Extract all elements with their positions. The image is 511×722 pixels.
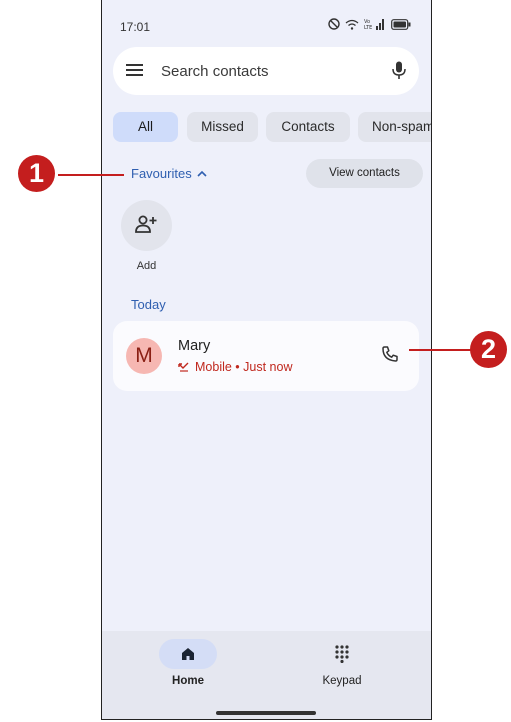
- nav-home[interactable]: Home: [148, 639, 228, 687]
- contact-name: Mary: [178, 338, 211, 354]
- phone-screen: 17:01 Vo LTE Search contacts All Missed C…: [101, 0, 432, 720]
- call-detail: Mobile • Just now: [178, 360, 292, 374]
- callout-2-line: [409, 349, 471, 351]
- wifi-icon: [345, 19, 359, 30]
- missed-call-icon: [178, 362, 189, 372]
- search-bar[interactable]: Search contacts: [113, 47, 419, 95]
- svg-text:LTE: LTE: [364, 25, 372, 30]
- chip-non-spam[interactable]: Non-spam: [358, 112, 431, 142]
- nav-keypad[interactable]: Keypad: [302, 639, 382, 687]
- battery-icon: [391, 18, 411, 30]
- bottom-navigation: Home Keypad: [102, 631, 431, 719]
- nfc-icon: [328, 18, 340, 30]
- call-button[interactable]: [381, 345, 399, 363]
- section-header-today: Today: [131, 297, 166, 312]
- mic-icon[interactable]: [392, 61, 406, 80]
- search-input[interactable]: Search contacts: [161, 63, 269, 80]
- volte-signal-icon: VoLTE: [364, 19, 384, 30]
- status-bar: 17:01 Vo LTE: [102, 0, 431, 44]
- call-detail-text: Mobile • Just now: [195, 360, 293, 374]
- view-contacts-button[interactable]: View contacts: [306, 159, 423, 188]
- chip-all[interactable]: All: [113, 112, 178, 142]
- chip-contacts[interactable]: Contacts: [266, 112, 350, 142]
- nav-keypad-pill: [313, 639, 371, 669]
- callout-2-badge: 2: [470, 331, 507, 368]
- filter-chips: All Missed Contacts Non-spam: [113, 112, 431, 142]
- chevron-up-icon: [197, 170, 207, 177]
- menu-icon[interactable]: [126, 63, 144, 77]
- status-time: 17:01: [120, 20, 151, 34]
- callout-1-badge: 1: [18, 155, 55, 192]
- callout-1-line: [58, 174, 124, 176]
- nav-keypad-label: Keypad: [322, 675, 362, 687]
- avatar: M: [126, 338, 162, 374]
- home-icon: [182, 648, 194, 660]
- favourites-title: Favourites: [131, 166, 192, 181]
- add-favourite-label: Add: [136, 260, 157, 272]
- status-icons: Vo LTE: [328, 18, 411, 30]
- add-person-icon: [135, 215, 157, 233]
- nav-home-pill: [159, 639, 217, 669]
- chip-missed[interactable]: Missed: [187, 112, 258, 142]
- dialpad-icon: [335, 645, 349, 663]
- favourites-toggle[interactable]: Favourites: [131, 166, 207, 181]
- gesture-bar[interactable]: [216, 711, 316, 715]
- nav-home-label: Home: [172, 675, 204, 687]
- add-favourite-button[interactable]: [121, 200, 172, 251]
- call-log-item[interactable]: M Mary Mobile • Just now: [113, 321, 419, 391]
